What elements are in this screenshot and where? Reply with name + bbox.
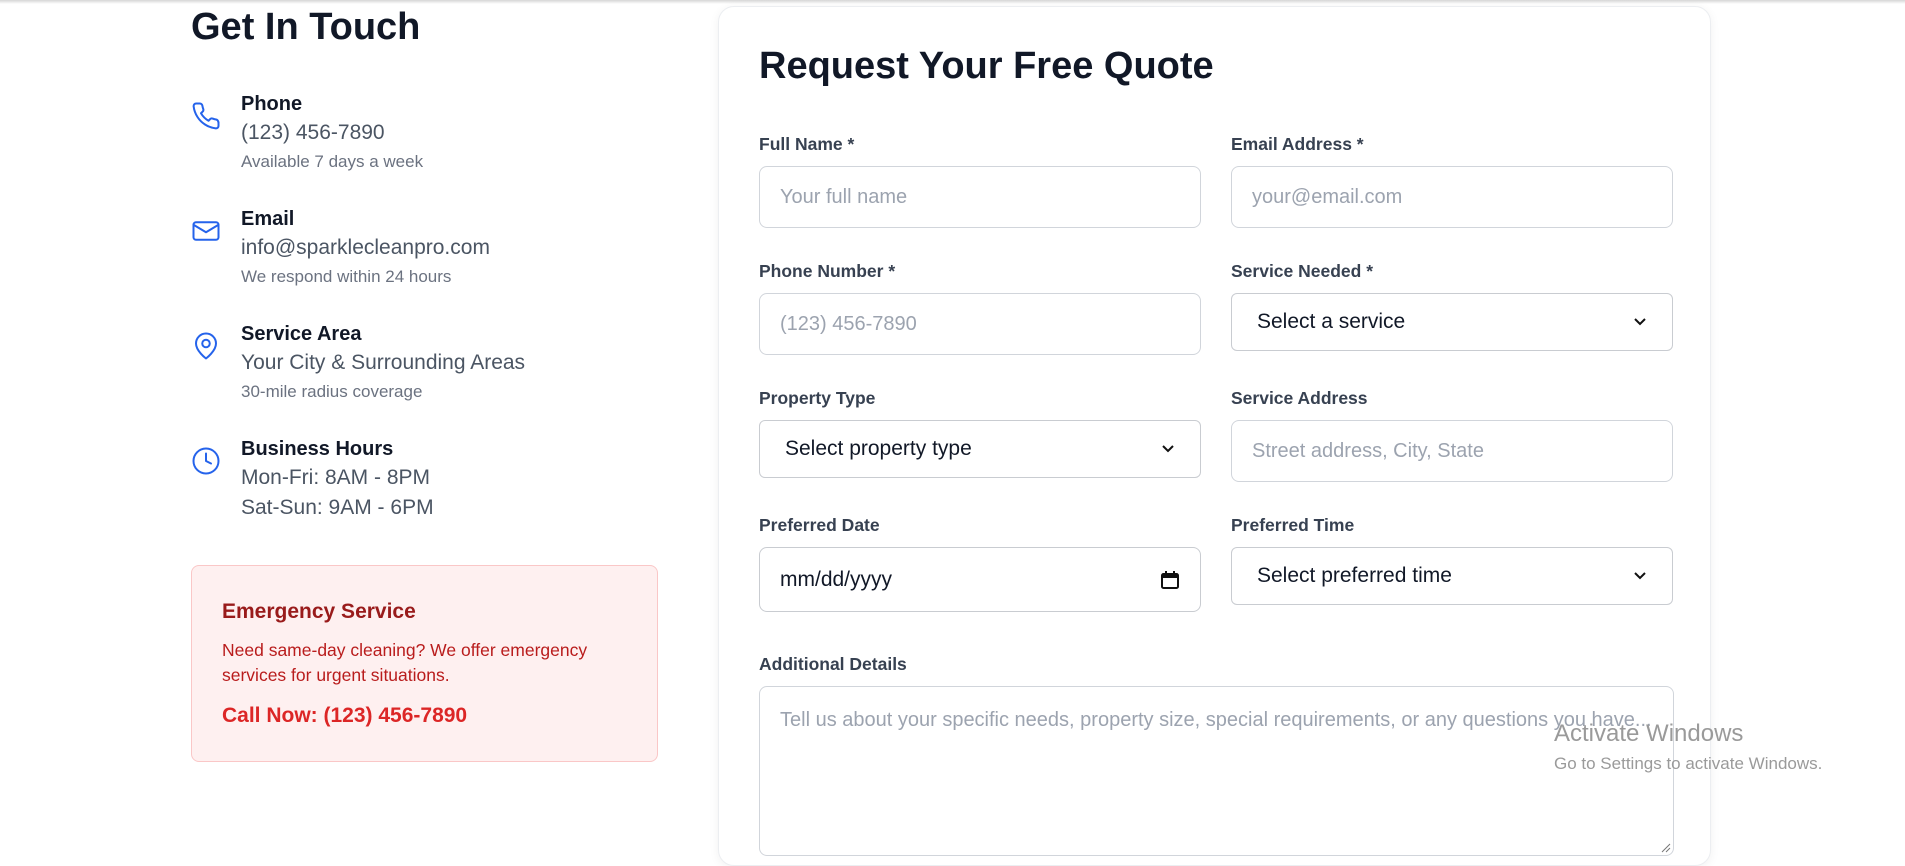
emergency-text: Need same-day cleaning? We offer emergen… — [222, 640, 588, 685]
email-label: Email Address * — [1231, 134, 1364, 154]
service-selected-value: Select a service — [1257, 310, 1406, 333]
header-shadow — [0, 0, 1905, 4]
date-input[interactable]: mm/dd/yyyy — [759, 547, 1201, 612]
phone-input[interactable] — [759, 293, 1201, 355]
watermark-title: Activate Windows — [1554, 720, 1744, 747]
chevron-down-icon — [1634, 572, 1646, 580]
contact-title: Get In Touch — [191, 6, 421, 48]
full-name-label: Full Name * — [759, 134, 855, 154]
details-label: Additional Details — [759, 654, 907, 674]
date-label: Preferred Date — [759, 515, 880, 535]
hours-weekday: Mon-Fri: 8AM - 8PM — [241, 466, 431, 489]
resize-grip-icon[interactable] — [1661, 843, 1671, 853]
email-value: info@sparklecleanpro.com — [241, 236, 490, 259]
map-pin-icon — [191, 331, 221, 361]
date-value: mm/dd/yyyy — [780, 567, 893, 591]
chevron-down-icon — [1634, 318, 1646, 326]
property-type-select[interactable]: Select property type — [759, 420, 1201, 478]
contact-service-area: Service Area Your City & Surrounding Are… — [191, 323, 658, 418]
phone-label: Phone — [241, 93, 303, 115]
service-select[interactable]: Select a service — [1231, 293, 1673, 351]
phone-number-label: Phone Number * — [759, 261, 896, 281]
time-selected-value: Select preferred time — [1257, 564, 1452, 587]
clock-icon — [191, 446, 221, 476]
watermark-subtitle: Go to Settings to activate Windows. — [1554, 754, 1823, 773]
address-label: Service Address — [1231, 388, 1368, 408]
property-type-label: Property Type — [759, 388, 876, 408]
service-area-value: Your City & Surrounding Areas — [241, 351, 526, 374]
details-placeholder: Tell us about your specific needs, prope… — [780, 709, 1652, 731]
chevron-down-icon — [1162, 445, 1174, 453]
calendar-icon[interactable] — [1160, 570, 1180, 590]
contact-phone: Phone (123) 456-7890 Available 7 days a … — [191, 93, 658, 188]
emergency-service-box: Emergency Service Need same-day cleaning… — [191, 565, 658, 762]
address-input[interactable] — [1231, 420, 1673, 482]
email-label: Email — [241, 208, 295, 230]
time-label: Preferred Time — [1231, 515, 1355, 535]
phone-icon — [191, 101, 221, 131]
property-type-selected-value: Select property type — [785, 437, 972, 460]
email-input[interactable] — [1231, 166, 1673, 228]
service-area-note: 30-mile radius coverage — [241, 382, 423, 401]
contact-business-hours: Business Hours Mon-Fri: 8AM - 8PM Sat-Su… — [191, 438, 658, 533]
hours-label: Business Hours — [241, 438, 394, 460]
emergency-call-link[interactable]: Call Now: (123) 456-7890 — [222, 704, 467, 728]
time-select[interactable]: Select preferred time — [1231, 547, 1673, 605]
details-textarea[interactable]: Tell us about your specific needs, prope… — [759, 686, 1674, 856]
email-note: We respond within 24 hours — [241, 267, 452, 286]
full-name-input[interactable] — [759, 166, 1201, 228]
service-label: Service Needed * — [1231, 261, 1374, 281]
service-area-label: Service Area — [241, 323, 362, 345]
mail-icon — [191, 216, 221, 246]
phone-value: (123) 456-7890 — [241, 121, 385, 144]
windows-activation-watermark: Activate Windows Go to Settings to activ… — [1554, 720, 1822, 774]
emergency-title: Emergency Service — [222, 600, 416, 623]
quote-title: Request Your Free Quote — [759, 45, 1214, 87]
hours-weekend: Sat-Sun: 9AM - 6PM — [241, 496, 434, 519]
contact-email: Email info@sparklecleanpro.com We respon… — [191, 208, 658, 303]
phone-note: Available 7 days a week — [241, 152, 424, 171]
